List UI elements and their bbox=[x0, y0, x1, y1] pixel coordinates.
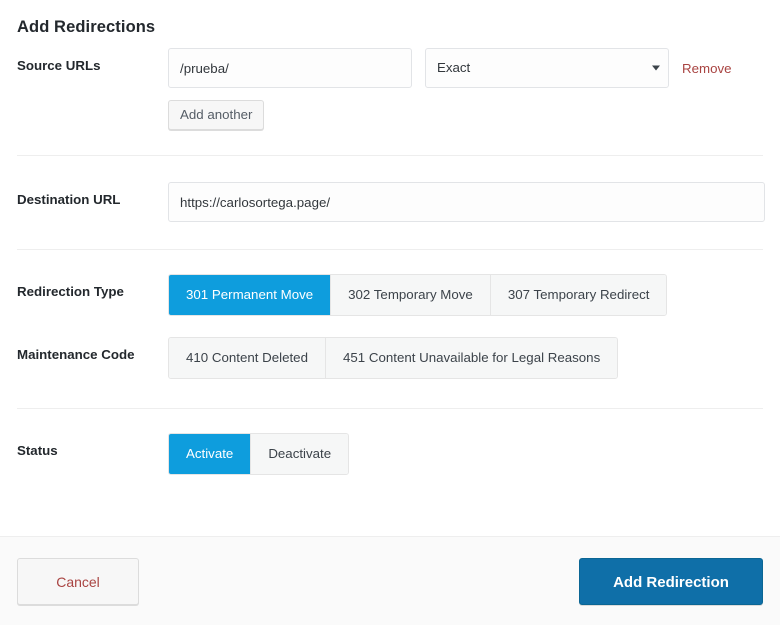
destination-url-row: Destination URL bbox=[0, 156, 780, 222]
redirection-type-option-301[interactable]: 301 Permanent Move bbox=[169, 275, 332, 315]
source-url-input[interactable] bbox=[168, 48, 412, 88]
redirection-type-field: 301 Permanent Move 302 Temporary Move 30… bbox=[168, 274, 763, 316]
redirection-type-group: 301 Permanent Move 302 Temporary Move 30… bbox=[168, 274, 668, 316]
redirection-type-option-302[interactable]: 302 Temporary Move bbox=[331, 275, 491, 315]
status-label: Status bbox=[17, 443, 58, 458]
status-option-activate[interactable]: Activate bbox=[169, 434, 252, 474]
maintenance-code-label: Maintenance Code bbox=[17, 347, 135, 362]
status-field: Activate Deactivate bbox=[168, 433, 763, 475]
redirection-type-option-307[interactable]: 307 Temporary Redirect bbox=[490, 275, 667, 315]
maintenance-code-option-451[interactable]: 451 Content Unavailable for Legal Reason… bbox=[325, 338, 618, 378]
match-type-selected-value: Exact bbox=[425, 48, 669, 88]
add-redirection-button[interactable]: Add Redirection bbox=[579, 557, 763, 605]
source-url-line: Exact Remove bbox=[168, 48, 763, 88]
cancel-button[interactable]: Cancel bbox=[17, 557, 139, 605]
source-urls-field: Exact Remove Add another bbox=[168, 48, 763, 130]
status-group: Activate Deactivate bbox=[168, 433, 350, 475]
destination-url-input[interactable] bbox=[168, 182, 765, 222]
remove-source-link[interactable]: Remove bbox=[682, 61, 732, 76]
redirection-type-label: Redirection Type bbox=[17, 284, 124, 299]
form-body: Add Redirections Source URLs Exact Remov… bbox=[0, 0, 780, 536]
add-another-button[interactable]: Add another bbox=[168, 100, 265, 130]
status-row: Status Activate Deactivate bbox=[0, 409, 780, 475]
maintenance-code-group: 410 Content Deleted 451 Content Unavaila… bbox=[168, 337, 619, 379]
destination-url-field bbox=[168, 182, 765, 222]
maintenance-code-field: 410 Content Deleted 451 Content Unavaila… bbox=[168, 337, 763, 379]
page-title: Add Redirections bbox=[17, 18, 156, 36]
maintenance-code-row: Maintenance Code 410 Content Deleted 451… bbox=[0, 316, 780, 379]
match-type-select[interactable]: Exact bbox=[425, 48, 669, 88]
add-another-wrap: Add another bbox=[168, 88, 763, 130]
source-urls-row: Source URLs Exact Remove Add another bbox=[0, 37, 780, 130]
source-urls-label: Source URLs bbox=[17, 58, 101, 73]
add-redirections-panel: Add Redirections Source URLs Exact Remov… bbox=[0, 0, 780, 625]
maintenance-code-option-410[interactable]: 410 Content Deleted bbox=[169, 338, 326, 378]
redirection-type-row: Redirection Type 301 Permanent Move 302 … bbox=[0, 250, 780, 316]
status-option-deactivate[interactable]: Deactivate bbox=[251, 434, 349, 474]
form-footer: Cancel Add Redirection bbox=[0, 536, 780, 625]
destination-url-label: Destination URL bbox=[17, 192, 121, 207]
chevron-down-icon bbox=[652, 65, 660, 71]
